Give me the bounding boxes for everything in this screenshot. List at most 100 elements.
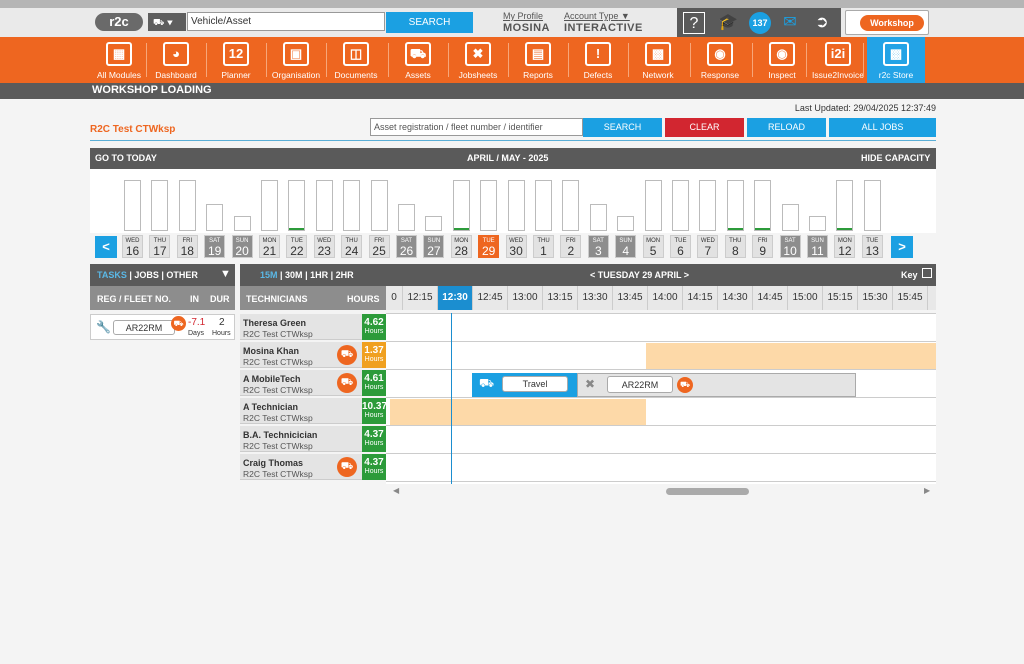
account-type-link[interactable]: Account Type ▼ (564, 11, 664, 21)
hide-capacity-link[interactable]: HIDE CAPACITY (861, 153, 930, 163)
calendar-prev-button[interactable]: < (95, 236, 117, 258)
clear-button[interactable]: CLEAR (665, 118, 744, 137)
calendar-day[interactable]: FRI 18 (176, 235, 198, 258)
scroll-right-icon[interactable]: ▶ (924, 486, 930, 495)
calendar-day[interactable]: MON 5 (642, 235, 664, 258)
technician-row[interactable]: A Technician R2C Test CTWksp 10.37 Hours (240, 398, 387, 424)
task-reg[interactable]: AR22RM (113, 320, 175, 335)
time-slot[interactable]: 14:45 (753, 286, 788, 310)
time-slot[interactable]: 15:00 (788, 286, 823, 310)
vehicle-search-button[interactable]: SEARCH (386, 12, 473, 33)
technician-row[interactable]: B.A. Technicician R2C Test CTWksp 4.37 Hour… (240, 426, 386, 452)
travel-block[interactable]: ⛟ Travel (472, 373, 577, 397)
calendar-day[interactable]: THU 24 (341, 235, 363, 258)
time-slot[interactable]: 13:45 (613, 286, 648, 310)
calendar-day[interactable]: FRI 25 (368, 235, 390, 258)
nav-item-documents[interactable]: ◫ Documents (330, 37, 382, 83)
calendar-day[interactable]: WED 16 (122, 235, 143, 258)
time-slot[interactable]: 13:30 (578, 286, 613, 310)
calendar-day[interactable]: FRI 9 (752, 235, 774, 258)
calendar-day[interactable]: SUN 11 (807, 235, 828, 258)
calendar-day[interactable]: SUN 20 (231, 235, 253, 258)
zoom-30m[interactable]: 30M (285, 270, 303, 280)
calendar-day[interactable]: SAT 26 (396, 235, 417, 258)
vehicle-type-select[interactable]: ⛟ ▾ (148, 13, 186, 31)
calendar-day[interactable]: SAT 10 (779, 235, 801, 258)
schedule-date-nav[interactable]: < TUESDAY 29 APRIL > (590, 270, 689, 280)
time-slot[interactable]: 12:15 (403, 286, 438, 310)
nav-item-reports[interactable]: ▤ Reports (512, 37, 564, 83)
nav-item-defects[interactable]: ! Defects (572, 37, 624, 83)
technician-row[interactable]: Mosina Khan R2C Test CTWksp ⛟ 1.37 Hours (240, 342, 386, 368)
zoom-2hr[interactable]: 2HR (336, 270, 354, 280)
time-slot[interactable]: 15:15 (823, 286, 858, 310)
time-slot[interactable]: 13:15 (543, 286, 578, 310)
time-slot[interactable]: 14:15 (683, 286, 718, 310)
nav-item-r2c-store[interactable]: ▩ r2c Store (867, 37, 925, 83)
time-slot[interactable]: 12:45 (473, 286, 508, 310)
horizontal-scrollbar[interactable]: ◀ ▶ (390, 486, 936, 498)
nav-item-assets[interactable]: ⛟ Assets (392, 37, 444, 83)
busy-block[interactable] (390, 399, 646, 425)
calendar-next-button[interactable]: > (891, 236, 913, 258)
calendar-day[interactable]: TUE 6 (670, 235, 691, 258)
calendar-day[interactable]: MON 21 (259, 235, 280, 258)
time-slot[interactable]: 13:00 (508, 286, 543, 310)
all-jobs-button[interactable]: ALL JOBS (829, 118, 936, 137)
time-slot[interactable]: 14:30 (718, 286, 753, 310)
calendar-day[interactable]: SUN 27 (423, 235, 445, 258)
logout-icon[interactable]: ➲ (811, 12, 833, 34)
time-slot[interactable]: 15:30 (858, 286, 893, 310)
technician-row[interactable]: A MobileTech R2C Test CTWksp ⛟ 4.61 Hours (240, 370, 386, 396)
calendar-day[interactable]: FRI 2 (560, 235, 582, 258)
calendar-day[interactable]: SUN 4 (615, 235, 637, 258)
tab-jobs[interactable]: JOBS (134, 270, 159, 280)
workshop-button[interactable]: Workshop (845, 10, 929, 35)
calendar-day[interactable]: WED 23 (313, 235, 335, 258)
r2c-logo[interactable]: r2c (95, 13, 143, 31)
reload-button[interactable]: RELOAD (747, 118, 826, 137)
calendar-day[interactable]: SAT 19 (204, 235, 226, 258)
time-slot[interactable]: 1 (928, 286, 936, 310)
nav-item-network[interactable]: ▩ Network (632, 37, 684, 83)
vehicle-search-input[interactable] (187, 12, 385, 31)
calendar-day[interactable]: SAT 3 (587, 235, 609, 258)
calendar-day[interactable]: WED 7 (697, 235, 719, 258)
time-slot[interactable]: 15:45 (893, 286, 928, 310)
graduation-cap-icon[interactable]: 🎓 (717, 12, 739, 34)
tab-tasks[interactable]: TASKS (97, 270, 127, 280)
notification-badge[interactable]: 137 (749, 12, 771, 34)
nav-item-inspect[interactable]: ◉ Inspect (756, 37, 808, 83)
zoom-15m[interactable]: 15M (260, 270, 278, 280)
tab-other[interactable]: OTHER (166, 270, 198, 280)
time-slot[interactable]: 12:30 (438, 286, 473, 310)
scroll-left-icon[interactable]: ◀ (393, 486, 399, 495)
mail-icon[interactable]: ✉ (779, 12, 801, 34)
calendar-day[interactable]: TUE 13 (861, 235, 883, 258)
calendar-day[interactable]: MON 12 (834, 235, 856, 258)
calendar-day[interactable]: TUE 22 (286, 235, 308, 258)
nav-item-response[interactable]: ◉ Response (694, 37, 746, 83)
technician-row[interactable]: Theresa Green R2C Test CTWksp 4.62 Hours (240, 314, 386, 340)
nav-item-organisation[interactable]: ▣ Organisation (270, 37, 322, 83)
key-link[interactable]: Key (901, 270, 918, 280)
zoom-1hr[interactable]: 1HR (310, 270, 328, 280)
calendar-day[interactable]: THU 8 (724, 235, 746, 258)
busy-block[interactable] (646, 343, 936, 369)
nav-item-all-modules[interactable]: ▦ All Modules (93, 37, 145, 83)
calendar-day[interactable]: MON 28 (450, 235, 472, 258)
nav-item-planner[interactable]: 12 Planner (210, 37, 262, 83)
calendar-day[interactable]: THU 17 (149, 235, 171, 258)
task-row[interactable]: 🔧 AR22RM ⛟ -7.1 Days 2 Hours (90, 314, 235, 340)
asset-search-input[interactable] (370, 118, 583, 136)
calendar-day[interactable]: WED 30 (505, 235, 527, 258)
calendar-day[interactable]: TUE 29 (478, 235, 500, 258)
technician-row[interactable]: Craig Thomas R2C Test CTWksp ⛟ 4.37 Hours (240, 454, 386, 480)
asset-search-button[interactable]: SEARCH (583, 118, 662, 137)
help-icon[interactable]: ? (683, 12, 705, 34)
job-block[interactable]: ✖ AR22RM ⛟ (577, 373, 856, 397)
nav-item-issue2invoice[interactable]: i2i Issue2Invoice (810, 37, 866, 83)
scroll-thumb[interactable] (666, 488, 749, 495)
my-profile-link[interactable]: My Profile (503, 11, 563, 21)
nav-item-dashboard[interactable]: ◕ Dashboard (150, 37, 202, 83)
